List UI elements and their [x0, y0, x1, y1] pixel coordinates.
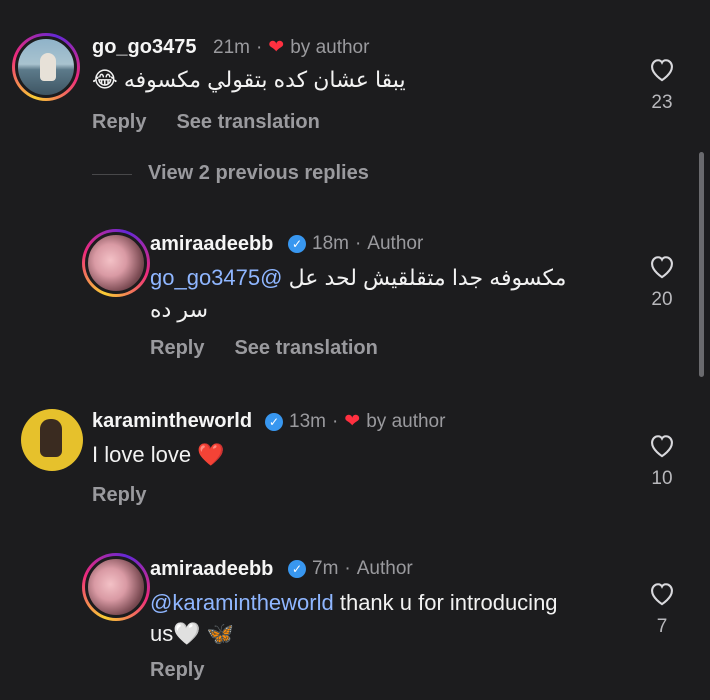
like-count: 7 — [656, 616, 668, 637]
like-control: 10 — [642, 432, 682, 490]
mention-link[interactable]: @karamintheworld — [150, 590, 334, 615]
comment-actions: Reply — [150, 659, 204, 682]
like-count: 20 — [651, 289, 673, 310]
verified-badge-icon: ✓ — [288, 235, 306, 253]
comment-text-line2: us🤍 🦋 — [150, 621, 235, 646]
avatar[interactable] — [82, 553, 150, 621]
comment-body: thank u for introducing — [333, 590, 558, 615]
replies-divider — [92, 174, 132, 175]
comment-text: I love love ❤️ — [92, 442, 225, 467]
separator-dot: · — [331, 410, 339, 432]
reply-button[interactable]: Reply — [92, 484, 146, 507]
avatar[interactable] — [82, 229, 150, 297]
username[interactable]: go_go3475 — [92, 36, 196, 59]
timestamp: 7m — [312, 558, 339, 579]
by-author-label: by author — [290, 36, 370, 58]
avatar-image — [21, 409, 83, 471]
heart-filled-icon: ❤ — [268, 37, 285, 58]
username[interactable]: amiraadeebb — [150, 233, 273, 256]
timestamp: 13m — [289, 410, 326, 432]
comment-text: مكسوفه جدا متقلقيش لحد عل @go_go3475 — [150, 262, 620, 294]
separator-dot: · — [354, 233, 362, 254]
by-author-label: by author — [366, 410, 446, 432]
author-tag: Author — [367, 233, 424, 254]
mention-link[interactable]: @go_go3475 — [150, 265, 282, 290]
separator-dot: · — [255, 36, 263, 58]
like-control: 20 — [642, 253, 682, 311]
avatar[interactable] — [18, 406, 86, 474]
reply-button[interactable]: Reply — [150, 659, 204, 682]
heart-outline-icon[interactable] — [648, 253, 676, 279]
comment-text: @karamintheworld thank u for introducing — [150, 587, 558, 619]
avatar-image — [85, 556, 147, 618]
scrollbar[interactable] — [699, 152, 704, 377]
separator-dot: · — [344, 558, 351, 579]
reply-button[interactable]: Reply — [150, 337, 204, 360]
comment-actions: Reply — [92, 484, 146, 507]
timestamp: 21m — [213, 36, 250, 58]
verified-badge-icon: ✓ — [288, 560, 306, 578]
verified-badge-icon: ✓ — [265, 412, 283, 431]
comment-text: 😂 يبقا عشان كده بتقولي مكسوفه — [92, 67, 406, 92]
comment-meta: ✓ 7m · Author — [288, 558, 413, 580]
heart-filled-icon: ❤ — [344, 411, 361, 432]
reply-button[interactable]: Reply — [92, 111, 146, 134]
view-previous-replies-button[interactable]: View 2 previous replies — [148, 162, 369, 185]
comment-actions: Reply See translation — [92, 111, 320, 134]
username[interactable]: karamintheworld — [92, 410, 252, 433]
like-control: 7 — [642, 580, 682, 638]
comment-body: مكسوفه جدا متقلقيش لحد عل — [288, 265, 567, 290]
comment-actions: Reply See translation — [150, 337, 378, 360]
heart-outline-icon[interactable] — [648, 432, 676, 458]
comment-meta: 21m · ❤ by author — [213, 36, 369, 59]
like-count: 10 — [651, 468, 673, 489]
like-control: 23 — [642, 56, 682, 114]
avatar[interactable] — [12, 33, 80, 101]
heart-outline-icon[interactable] — [648, 56, 676, 82]
comment-meta: ✓ 18m · Author — [288, 233, 423, 255]
author-tag: Author — [356, 558, 413, 579]
see-translation-button[interactable]: See translation — [234, 337, 377, 360]
username[interactable]: amiraadeebb — [150, 558, 273, 581]
like-count: 23 — [651, 92, 673, 113]
avatar-image — [85, 232, 147, 294]
avatar-image — [15, 36, 77, 98]
comment-meta: ✓ 13m · ❤ by author — [265, 410, 445, 433]
see-translation-button[interactable]: See translation — [176, 111, 319, 134]
comment-text-line2: سر ده — [150, 297, 209, 322]
heart-outline-icon[interactable] — [648, 580, 676, 606]
timestamp: 18m — [312, 233, 349, 254]
